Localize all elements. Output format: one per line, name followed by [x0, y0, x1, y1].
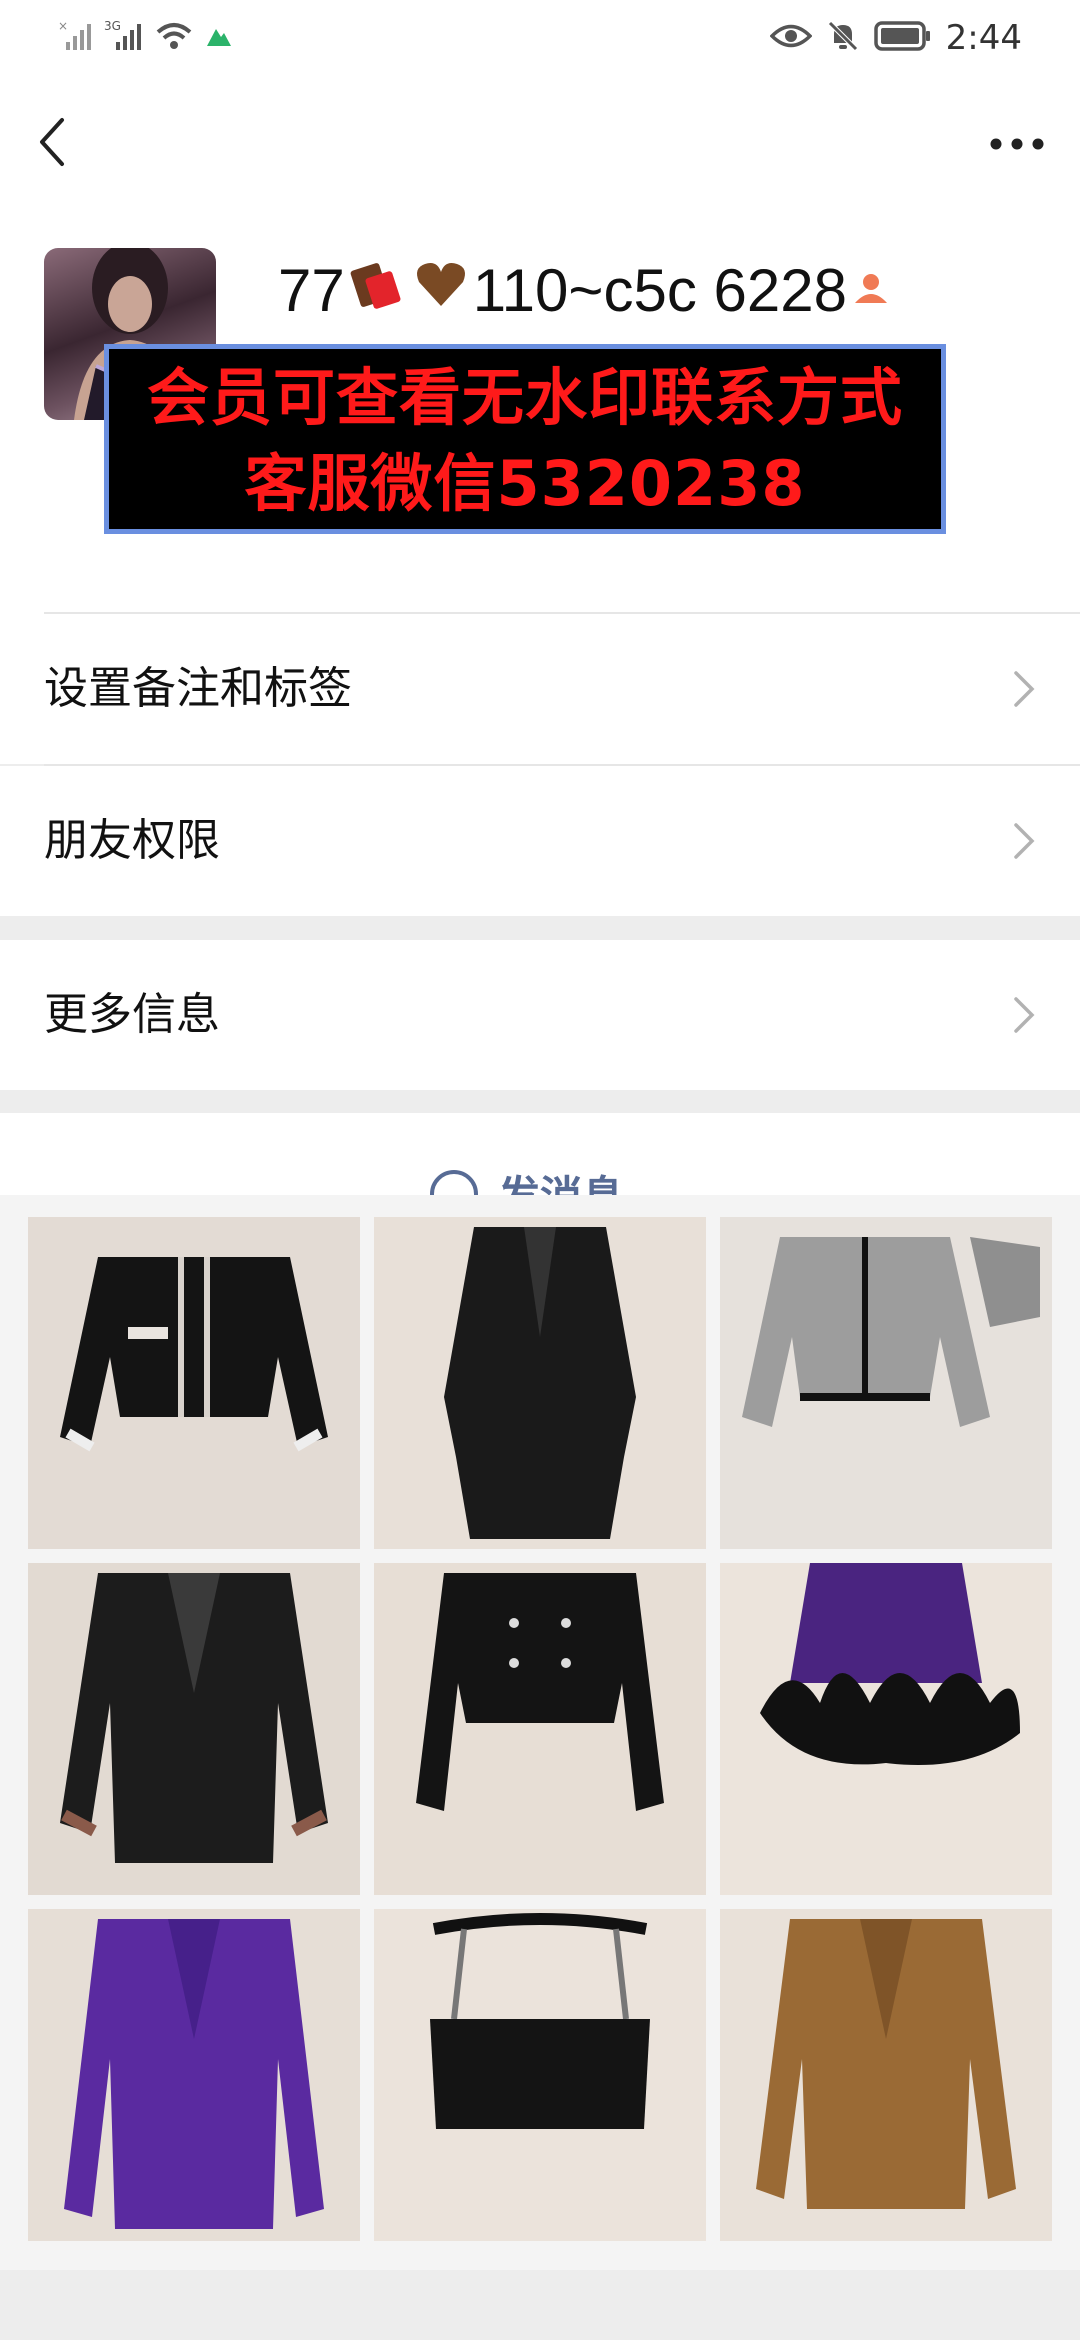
menu-item-friend-permissions[interactable]: 朋友权限 — [0, 766, 1080, 916]
page-footer — [0, 2270, 1080, 2340]
battery-icon — [873, 20, 932, 56]
black-cropped-jacket-photo[interactable] — [374, 1563, 706, 1895]
more-button[interactable] — [982, 114, 1052, 174]
no-sim-signal-icon: × — [58, 18, 94, 58]
app-notification-icon — [204, 21, 234, 55]
menu-item-label: 更多信息 — [44, 989, 220, 1040]
menu-item-more-info[interactable]: 更多信息 — [0, 940, 1080, 1090]
menu-item-label: 设置备注和标签 — [44, 663, 352, 714]
name-prefix: 77 — [278, 257, 345, 324]
grey-tweed-jacket-photo[interactable] — [720, 1217, 1052, 1549]
watermark-line-1: 会员可查看无水印联系方式 — [146, 361, 903, 434]
eye-icon — [769, 21, 813, 55]
chevron-right-icon — [1014, 823, 1035, 859]
back-button[interactable] — [28, 112, 78, 172]
chocolate-emoji — [349, 256, 405, 325]
black-long-coat-photo[interactable] — [374, 1217, 706, 1549]
menu-item-remarks-tags[interactable]: 设置备注和标签 — [0, 614, 1080, 764]
status-bar: × 3G 2:44 — [0, 0, 1080, 74]
menu-item-label: 朋友权限 — [44, 815, 220, 866]
chat-bubble-icon — [430, 1169, 478, 1195]
name-middle: 110~c5c 6228 — [472, 257, 847, 324]
wifi-icon — [154, 18, 194, 58]
clock: 2:44 — [945, 18, 1022, 58]
mute-bell-icon — [826, 19, 860, 57]
watermark-line-2: 客服微信5320238 — [244, 447, 806, 520]
send-message-label: 发消息 — [498, 1163, 624, 1195]
chevron-left-icon — [40, 118, 64, 166]
send-message-button[interactable]: 发消息 — [0, 1113, 1080, 1195]
black-tweed-jacket-photo[interactable] — [28, 1217, 360, 1549]
camel-corduroy-jacket-photo[interactable] — [720, 1909, 1052, 2241]
more-horizontal-icon — [990, 138, 1044, 150]
signal-icon: 3G — [104, 18, 144, 58]
chevron-right-icon — [1014, 671, 1035, 707]
top-bar — [0, 74, 1080, 214]
chevron-right-icon — [1014, 997, 1035, 1033]
person-emoji — [851, 260, 891, 322]
network-type: 3G — [104, 19, 121, 33]
purple-blazer-photo[interactable] — [28, 1909, 360, 2241]
watermark-overlay: 会员可查看无水印联系方式 客服微信5320238 — [104, 344, 946, 534]
purple-feather-skirt-photo[interactable] — [720, 1563, 1052, 1895]
profile-header: 77 110~c5c 6228 会员可查看无水印联系方式 客服微信5320238 — [0, 214, 1080, 614]
black-leather-blazer-photo[interactable] — [28, 1563, 360, 1895]
photo-gallery — [0, 1195, 1080, 2270]
svg-text:×: × — [58, 19, 68, 33]
black-crop-top-photo[interactable] — [374, 1909, 706, 2241]
brown-heart-emoji — [413, 256, 469, 325]
profile-name: 77 110~c5c 6228 — [278, 256, 895, 325]
